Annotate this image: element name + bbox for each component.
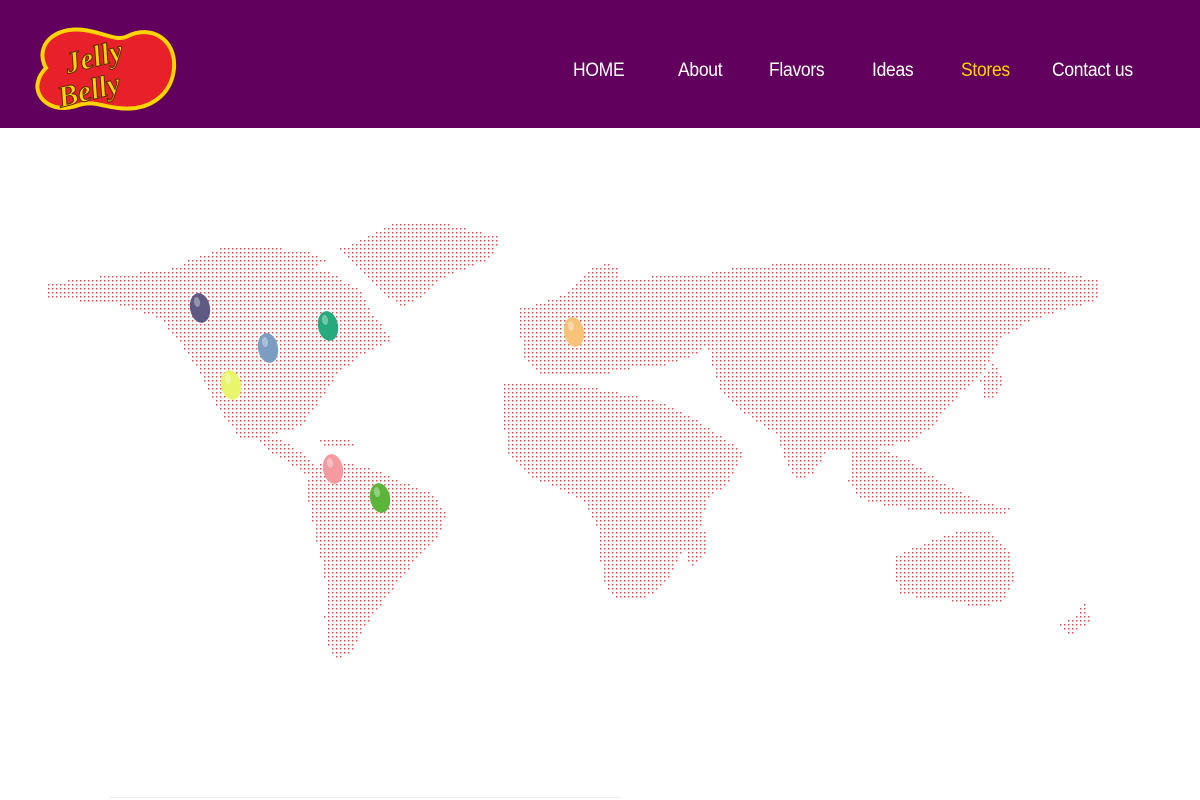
world-map-section — [0, 128, 1200, 800]
site-header: Jelly Belly HOME About Flavors Ideas Sto… — [0, 0, 1200, 128]
jelly-bean-icon — [317, 311, 339, 341]
jelly-bean-icon — [563, 317, 585, 347]
nav-ideas[interactable]: Ideas — [872, 60, 914, 82]
footer-divider — [110, 797, 620, 798]
nav-about[interactable]: About — [678, 60, 723, 82]
jelly-bean-icon — [220, 370, 242, 400]
nav-flavors[interactable]: Flavors — [769, 60, 825, 82]
jelly-bean-icon — [369, 483, 391, 513]
jelly-belly-logo[interactable]: Jelly Belly — [28, 22, 178, 114]
nav-stores[interactable]: Stores — [961, 60, 1010, 82]
nav-contact-us[interactable]: Contact us — [1052, 60, 1133, 82]
nav-home[interactable]: HOME — [573, 60, 625, 82]
map-dots — [48, 224, 1098, 658]
dotted-world-map — [48, 224, 1098, 658]
jelly-bean-icon — [189, 293, 211, 323]
jelly-bean-icon — [322, 454, 344, 484]
jelly-bean-icon — [257, 333, 279, 363]
